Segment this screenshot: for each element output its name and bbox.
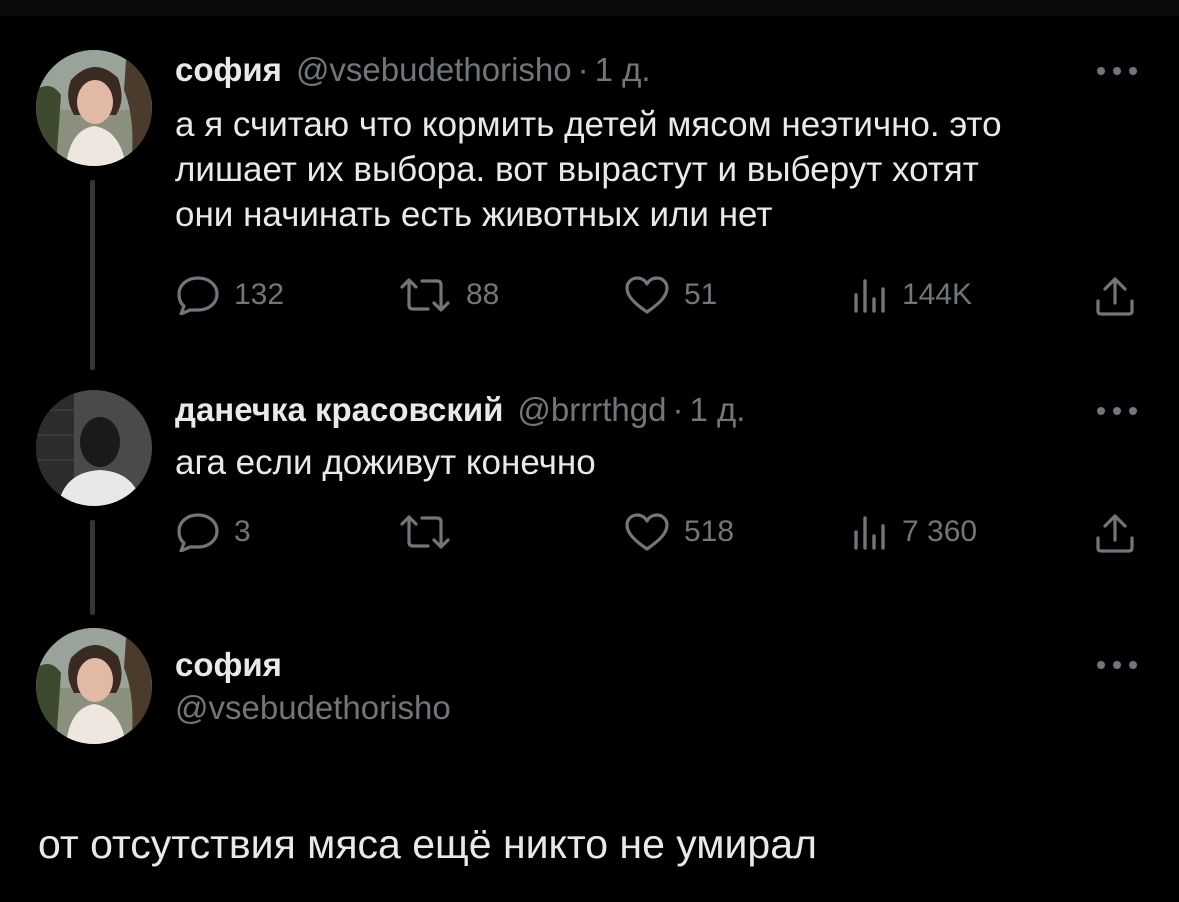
more-icon[interactable] [1096, 403, 1138, 415]
timestamp[interactable]: 1 д. [595, 51, 651, 88]
views-icon [852, 275, 888, 315]
user-handle[interactable]: @vsebudethorisho [175, 688, 451, 728]
views-button[interactable]: 7 360 [852, 512, 977, 552]
tweet-text: а я считаю что кормить детей мясом неэти… [175, 102, 1002, 237]
reply-button[interactable]: 3 [176, 512, 251, 552]
tweet-text: от отсутствия мяса ещё никто не умирал [38, 821, 817, 867]
share-button[interactable] [1094, 275, 1136, 317]
heart-icon [624, 512, 670, 552]
retweet-count: 88 [466, 278, 500, 311]
tweet-text: ага если доживут конечно [175, 440, 596, 485]
avatar[interactable] [36, 628, 152, 744]
tweet-text-line: они начинать есть животных или нет [175, 195, 773, 234]
share-icon [1094, 512, 1136, 554]
reply-button[interactable]: 132 [176, 275, 284, 315]
reply-icon [176, 275, 220, 315]
avatar[interactable] [36, 50, 152, 166]
retweet-icon [398, 275, 452, 315]
tweet-text-line: ага если доживут конечно [175, 443, 596, 482]
avatar[interactable] [36, 390, 152, 506]
share-icon [1094, 275, 1136, 317]
thread-line [90, 520, 95, 615]
top-bar [0, 0, 1179, 16]
tweet-header: софия [175, 645, 282, 685]
display-name[interactable]: софия [175, 51, 282, 88]
like-button[interactable]: 518 [624, 512, 734, 552]
display-name[interactable]: софия [175, 646, 282, 683]
reply-count: 3 [234, 515, 251, 548]
views-icon [852, 512, 888, 552]
like-button[interactable]: 51 [624, 275, 717, 315]
retweet-icon [398, 512, 452, 552]
tweet-text-line: а я считаю что кормить детей мясом неэти… [175, 105, 1002, 144]
more-icon[interactable] [1096, 63, 1138, 75]
separator-dot: · [577, 51, 589, 88]
heart-icon [624, 275, 670, 315]
user-handle[interactable]: @brrrthgd [517, 391, 666, 428]
reply-icon [176, 512, 220, 552]
more-icon[interactable] [1096, 657, 1138, 669]
views-count: 144K [902, 278, 973, 311]
tweet-text-line: лишает их выбора. вот вырастут и выберут… [175, 150, 979, 189]
timestamp[interactable]: 1 д. [689, 391, 745, 428]
views-count: 7 360 [902, 515, 978, 548]
thread-line [90, 180, 95, 370]
share-button[interactable] [1094, 512, 1136, 554]
user-handle[interactable]: @vsebudethorisho [296, 51, 572, 88]
views-button[interactable]: 144K [852, 275, 972, 315]
reply-count: 132 [234, 278, 285, 311]
separator-dot: · [672, 391, 684, 428]
retweet-button[interactable] [398, 512, 452, 552]
display-name[interactable]: данечка красовский [175, 391, 503, 428]
tweet-header: данечка красовский @brrrthgd · 1 д. [175, 390, 745, 430]
like-count: 51 [684, 278, 718, 311]
retweet-button[interactable]: 88 [398, 275, 499, 315]
tweet-header: софия @vsebudethorisho · 1 д. [175, 50, 651, 90]
like-count: 518 [684, 515, 735, 548]
